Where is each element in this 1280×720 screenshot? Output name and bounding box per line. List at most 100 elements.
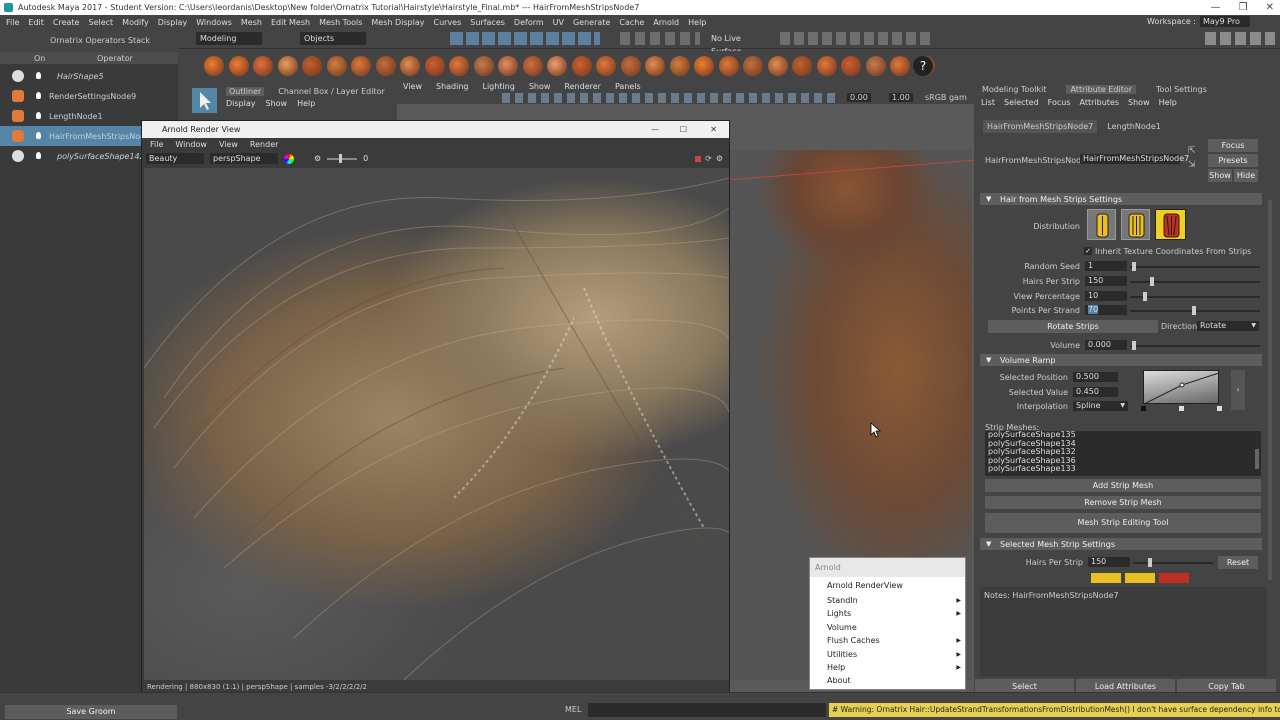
stop-render-icon[interactable] <box>695 155 702 162</box>
strip-mesh-item[interactable]: polySurfaceShape133 <box>988 464 1261 474</box>
menu-modify[interactable]: Modify <box>122 18 149 27</box>
panel-tab-modeling-toolkit[interactable]: Modeling Toolkit <box>982 85 1046 94</box>
mode-dropdown[interactable]: Modeling <box>196 32 262 45</box>
outliner-menu-show[interactable]: Show <box>266 99 288 108</box>
hide-button[interactable]: Hide <box>1234 169 1258 182</box>
menu-generate[interactable]: Generate <box>573 18 610 27</box>
menu-uv[interactable]: UV <box>553 18 564 27</box>
render-settings-icon[interactable]: ⚙ <box>716 154 723 163</box>
panel-tab-attribute-editor[interactable]: Attribute Editor <box>1066 84 1137 94</box>
refresh-render-icon[interactable]: ⟳ <box>705 154 712 163</box>
section-selected-strip[interactable]: Selected Mesh Strip Settings <box>980 538 1262 550</box>
random-seed-field[interactable]: 1 <box>1085 261 1127 271</box>
render-menu-file[interactable]: File <box>150 140 163 149</box>
arnold-menu-item[interactable]: Utilities ▶ <box>810 648 965 661</box>
node-name-field[interactable]: HairFromMeshStripsNode7 <box>1080 154 1189 164</box>
notes-panel[interactable]: Notes: HairFromMeshStripsNode7 <box>980 587 1267 677</box>
shelf-tool-icon[interactable] <box>498 56 518 76</box>
workspace-selector[interactable]: Workspace : May9 Pro <box>1147 16 1250 27</box>
color-channel-icon[interactable] <box>284 153 294 164</box>
shelf-tool-icon[interactable] <box>792 56 812 76</box>
menu-cache[interactable]: Cache <box>619 18 644 27</box>
shelf-tool-icon[interactable] <box>522 56 543 76</box>
points-per-strand-field[interactable]: 70 <box>1085 305 1127 315</box>
selection-mask-dropdown[interactable]: Objects <box>300 32 366 45</box>
rotate-strips-button[interactable]: Rotate Strips <box>988 320 1158 333</box>
arnold-menu-item[interactable]: Help ▶ <box>810 661 965 674</box>
command-line-input[interactable] <box>588 703 826 717</box>
ae-menu-focus[interactable]: Focus <box>1048 98 1071 107</box>
volume-ramp-graph[interactable] <box>1143 370 1220 405</box>
mel-label[interactable]: MEL <box>565 705 581 714</box>
menu-mesh-tools[interactable]: Mesh Tools <box>319 18 362 27</box>
shelf-tool-icon[interactable] <box>277 56 298 76</box>
view-percentage-field[interactable]: 10 <box>1085 291 1127 301</box>
render-image[interactable] <box>144 168 729 680</box>
arnold-menu-item[interactable]: StandIn ▶ <box>810 594 965 607</box>
selected-position-field[interactable]: 0.500 <box>1073 372 1118 382</box>
menu-arnold[interactable]: Arnold <box>653 18 679 27</box>
show-button[interactable]: Show <box>1208 169 1232 182</box>
strip-list-scrollbar[interactable] <box>1255 449 1259 469</box>
outliner-menu-help[interactable]: Help <box>297 99 315 108</box>
selected-hairs-field[interactable]: 150 <box>1088 557 1130 567</box>
arnold-menu-item[interactable]: Lights ▶ <box>810 607 965 620</box>
volume-slider[interactable] <box>1130 341 1260 350</box>
aov-dropdown[interactable]: Beauty <box>146 153 204 164</box>
render-menu-view[interactable]: View <box>219 140 238 149</box>
menu-curves[interactable]: Curves <box>433 18 461 27</box>
viewport-menu-shading[interactable]: Shading <box>436 82 469 91</box>
operator-row[interactable]: RenderSettingsNode9 <box>0 86 178 106</box>
menu-edit-mesh[interactable]: Edit Mesh <box>271 18 310 27</box>
distribution-face-icon[interactable] <box>1155 209 1186 240</box>
tab-hair-from-mesh-strips[interactable]: HairFromMeshStripsNode7 <box>983 120 1098 133</box>
strip-meshes-list[interactable]: polySurfaceShape135 polySurfaceShape134 po… <box>985 431 1261 476</box>
shelf-tool-icon[interactable] <box>620 56 641 76</box>
viewport-menu-show[interactable]: Show <box>529 82 551 91</box>
shelf-tool-icon[interactable] <box>326 56 347 76</box>
shelf-tool-icon[interactable] <box>351 56 371 76</box>
shelf-tool-icon[interactable] <box>228 56 249 76</box>
focus-button[interactable]: Focus <box>1208 139 1258 152</box>
arnold-menu-item[interactable]: Volume <box>810 621 965 634</box>
tab-outliner[interactable]: Outliner <box>226 86 265 96</box>
shelf-tool-icon[interactable] <box>841 56 861 76</box>
shelf-tool-icon[interactable] <box>204 56 224 76</box>
ramp-key-end[interactable] <box>1217 406 1222 411</box>
operator-enabled-icon[interactable] <box>36 152 41 159</box>
select-node-icon[interactable]: ⇱ <box>1188 146 1196 156</box>
exposure-gear-icon[interactable]: ⚙ <box>314 154 321 163</box>
shelf-tool-icon[interactable] <box>449 56 469 76</box>
tab-length-node[interactable]: LengthNode1 <box>1103 120 1165 133</box>
shelf-tool-icon[interactable] <box>473 56 494 76</box>
menu-edit[interactable]: Edit <box>28 18 44 27</box>
warning-message[interactable]: # Warning: Ornatrix Hair::UpdateStrandTr… <box>829 703 1280 717</box>
add-strip-mesh-button[interactable]: Add Strip Mesh <box>985 479 1261 492</box>
menu-display[interactable]: Display <box>158 18 188 27</box>
shelf-tool-icon[interactable] <box>669 56 690 76</box>
menu-deform[interactable]: Deform <box>514 18 544 27</box>
operator-enabled-icon[interactable] <box>36 92 41 99</box>
arnold-menu-item[interactable]: About <box>810 674 965 687</box>
live-surface-label[interactable]: No Live Surface <box>711 32 771 56</box>
ramp-key-mid[interactable] <box>1179 406 1184 411</box>
shelf-tool-icon[interactable] <box>375 56 396 76</box>
workspace-dropdown[interactable]: May9 Pro <box>1200 16 1250 27</box>
viewport-icon-strip[interactable] <box>502 93 837 103</box>
rv-minimize-icon[interactable]: — <box>651 121 659 138</box>
distribution-random-icon[interactable] <box>1121 209 1150 240</box>
shelf-tool-icon[interactable] <box>596 56 616 76</box>
remove-strip-mesh-button[interactable]: Remove Strip Mesh <box>985 496 1261 509</box>
mesh-strip-editing-tool-button[interactable]: Mesh Strip Editing Tool <box>985 513 1261 533</box>
arnold-menu-item[interactable]: Arnold RenderView <box>810 578 965 594</box>
close-icon[interactable]: ✕ <box>1266 0 1274 15</box>
render-menu-render[interactable]: Render <box>250 140 278 149</box>
rv-maximize-icon[interactable]: ☐ <box>680 121 687 138</box>
panel-tab-tool-settings[interactable]: Tool Settings <box>1156 85 1207 94</box>
viewport-menu-renderer[interactable]: Renderer <box>564 82 601 91</box>
selected-distribution-icons[interactable] <box>1091 573 1191 583</box>
minimize-icon[interactable]: — <box>1211 0 1221 15</box>
shelf-tool-icon[interactable] <box>253 56 273 76</box>
menu-help[interactable]: Help <box>688 18 706 27</box>
shelf-tool-icon[interactable] <box>718 56 739 76</box>
